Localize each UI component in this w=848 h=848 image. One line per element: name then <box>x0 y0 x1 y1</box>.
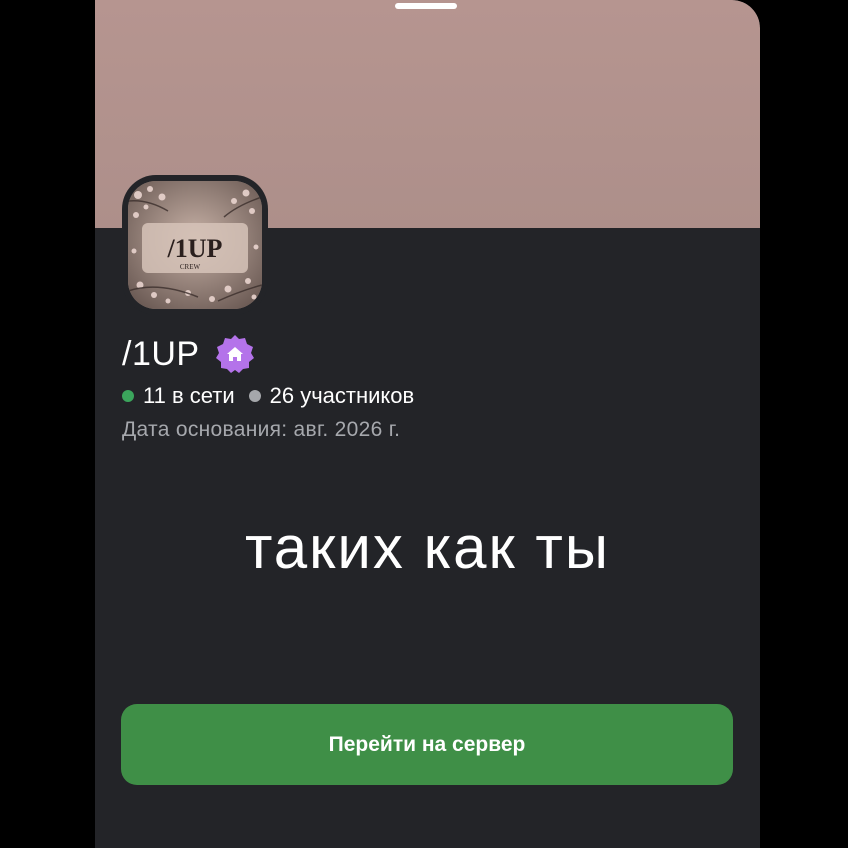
video-caption: таких как ты <box>244 514 611 581</box>
server-title-row: /1UP <box>122 331 256 377</box>
avatar-logo-text: /1UP <box>167 234 223 263</box>
server-avatar-frame: /1UP CREW <box>122 175 268 315</box>
server-avatar: /1UP CREW <box>128 181 262 309</box>
avatar-logo-subtext: CREW <box>180 263 201 271</box>
drag-handle[interactable] <box>395 3 457 9</box>
server-stats: 11 в сети 26 участников <box>122 381 414 411</box>
online-count: 11 в сети <box>143 383 235 408</box>
online-status-dot <box>122 390 134 402</box>
server-profile-sheet: /1UP CREW /1UP 11 в сети 26 участников Д… <box>95 0 760 848</box>
go-to-server-button[interactable]: Перейти на сервер <box>121 704 733 785</box>
server-name: /1UP <box>122 334 200 373</box>
member-count: 26 участников <box>269 383 415 408</box>
home-icon <box>215 335 254 373</box>
members-status-dot <box>248 390 261 402</box>
server-avatar-image: /1UP CREW <box>128 181 262 309</box>
founded-date: Дата основания: авг. 2026 г. <box>122 418 401 441</box>
